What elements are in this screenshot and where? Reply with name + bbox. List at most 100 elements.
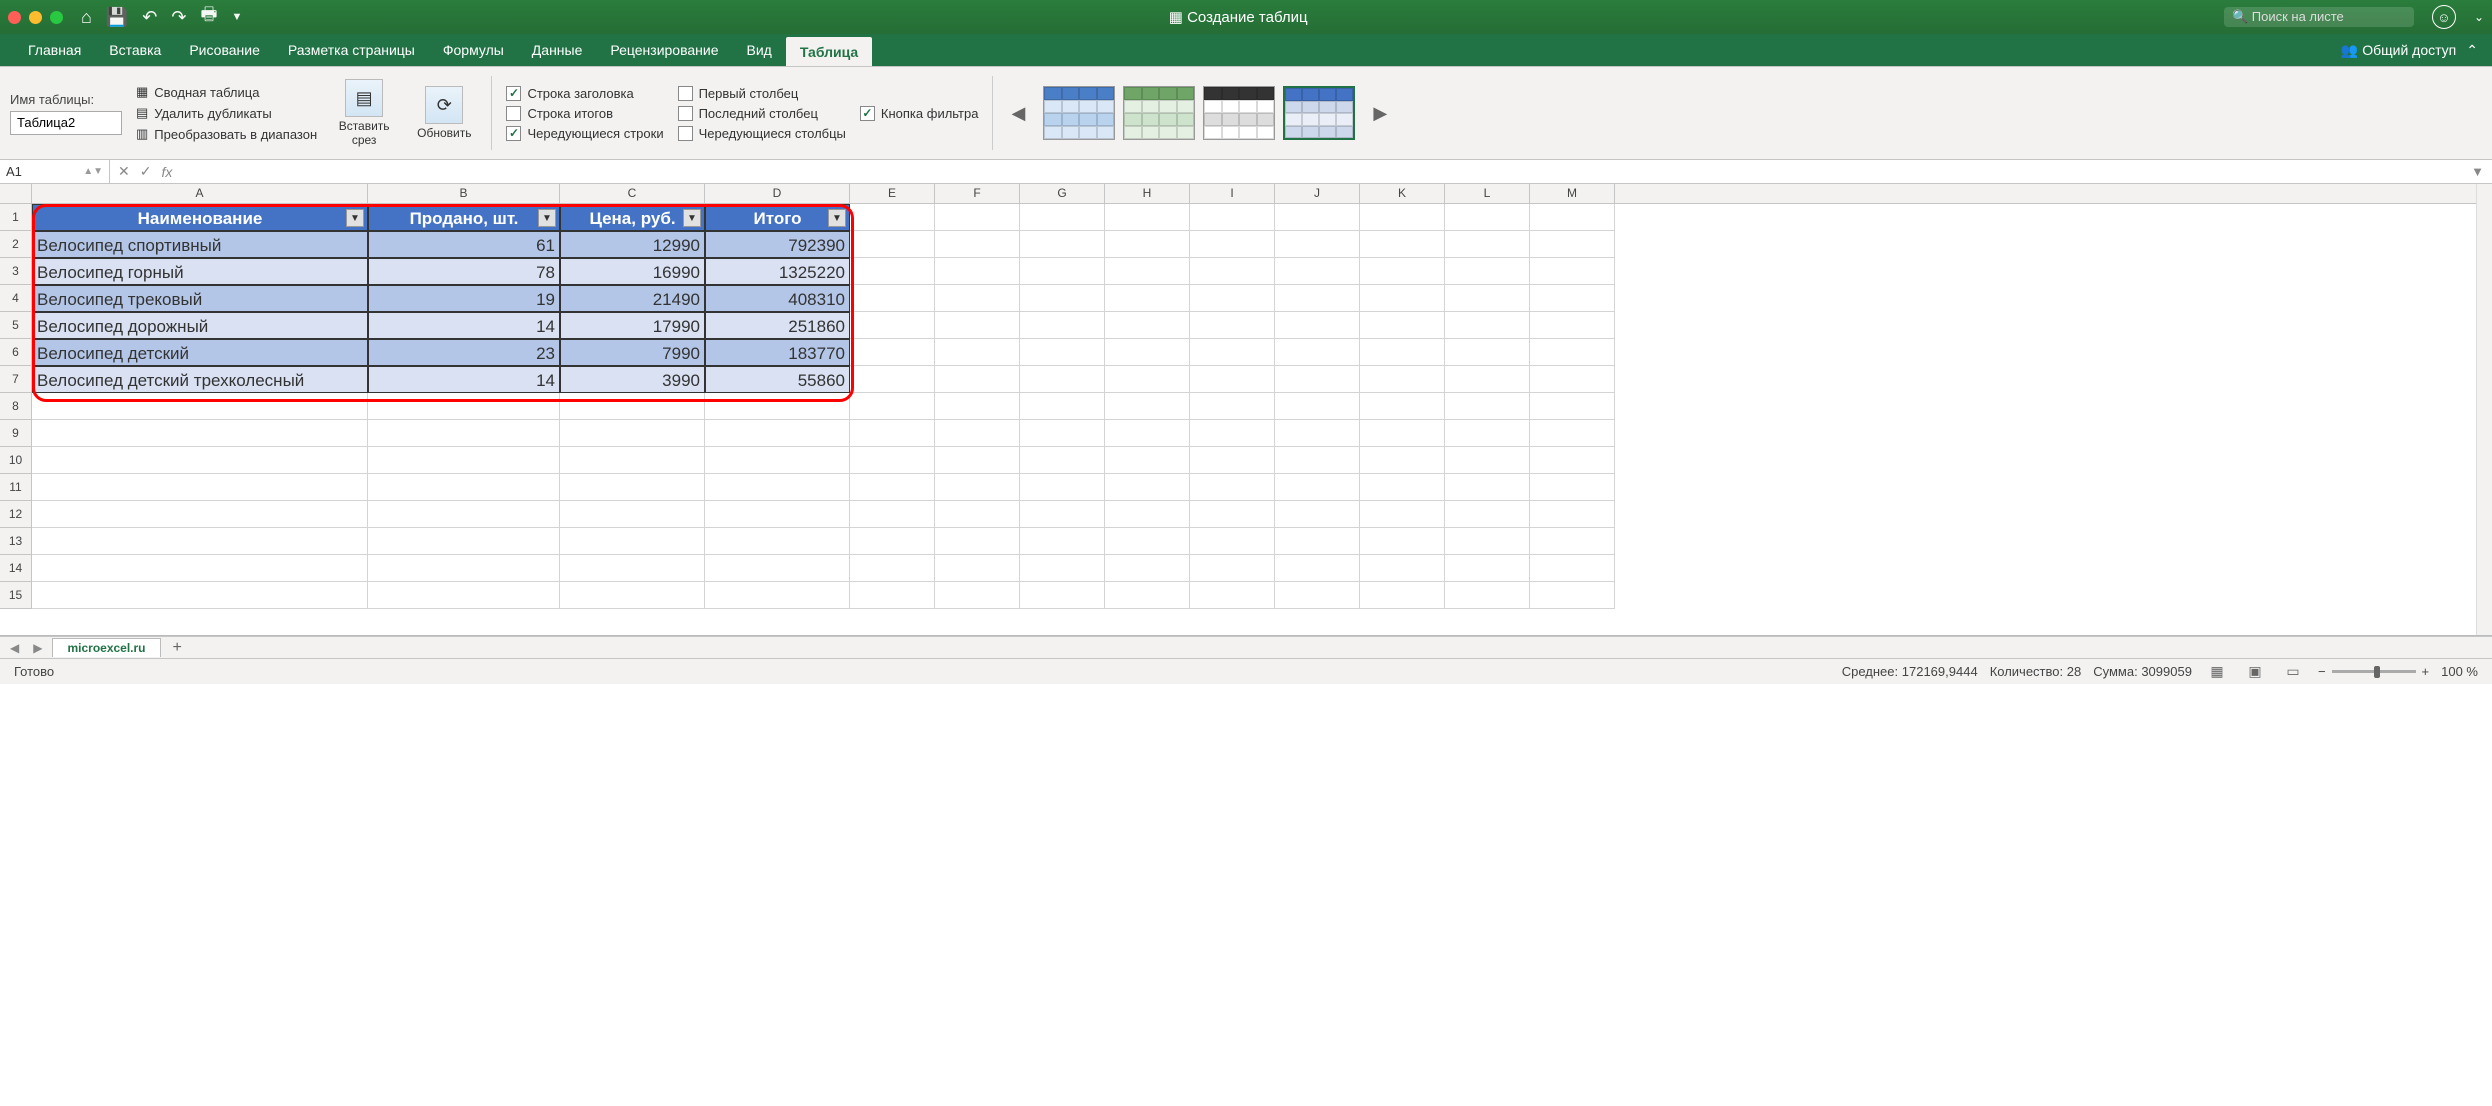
table-data-cell[interactable]: 19 bbox=[368, 285, 560, 312]
row-header[interactable]: 5 bbox=[0, 312, 32, 339]
tab-layout[interactable]: Разметка страницы bbox=[274, 34, 429, 66]
empty-cell[interactable] bbox=[850, 447, 935, 474]
empty-cell[interactable] bbox=[1020, 366, 1105, 393]
undo-icon[interactable]: ↶ bbox=[142, 7, 157, 28]
tab-table[interactable]: Таблица bbox=[786, 37, 872, 66]
empty-cell[interactable] bbox=[850, 582, 935, 609]
empty-cell[interactable] bbox=[850, 258, 935, 285]
empty-cell[interactable] bbox=[1360, 204, 1445, 231]
empty-cell[interactable] bbox=[1020, 393, 1105, 420]
empty-cell[interactable] bbox=[1190, 366, 1275, 393]
empty-cell[interactable] bbox=[705, 447, 850, 474]
empty-cell[interactable] bbox=[1360, 231, 1445, 258]
empty-cell[interactable] bbox=[1275, 312, 1360, 339]
empty-cell[interactable] bbox=[368, 501, 560, 528]
share-button[interactable]: 👥 Общий доступ bbox=[2341, 42, 2456, 59]
empty-cell[interactable] bbox=[1275, 204, 1360, 231]
empty-cell[interactable] bbox=[1360, 447, 1445, 474]
chevron-down-icon[interactable]: ⌄ bbox=[2474, 10, 2484, 24]
zoom-slider[interactable] bbox=[2332, 670, 2416, 673]
empty-cell[interactable] bbox=[32, 501, 368, 528]
tab-insert[interactable]: Вставка bbox=[95, 34, 175, 66]
table-style-medium-blue[interactable] bbox=[1283, 86, 1355, 140]
empty-cell[interactable] bbox=[1105, 204, 1190, 231]
row-header[interactable]: 9 bbox=[0, 420, 32, 447]
empty-cell[interactable] bbox=[1105, 501, 1190, 528]
banded-columns-checkbox[interactable]: Чередующиеся столбцы bbox=[678, 126, 846, 141]
expand-formula-bar-icon[interactable]: ▼ bbox=[2471, 164, 2492, 179]
fx-icon[interactable]: fx bbox=[161, 164, 172, 180]
empty-cell[interactable] bbox=[1275, 285, 1360, 312]
empty-cell[interactable] bbox=[1275, 420, 1360, 447]
empty-cell[interactable] bbox=[1190, 393, 1275, 420]
vertical-scrollbar[interactable] bbox=[2476, 184, 2492, 635]
empty-cell[interactable] bbox=[1105, 285, 1190, 312]
banded-rows-checkbox[interactable]: ✓Чередующиеся строки bbox=[506, 126, 663, 141]
empty-cell[interactable] bbox=[1530, 528, 1615, 555]
redo-icon[interactable]: ↷ bbox=[171, 7, 186, 28]
row-header[interactable]: 2 bbox=[0, 231, 32, 258]
empty-cell[interactable] bbox=[1190, 474, 1275, 501]
view-page-break-button[interactable]: ▭ bbox=[2280, 662, 2306, 682]
empty-cell[interactable] bbox=[32, 474, 368, 501]
table-data-cell[interactable]: Велосипед детский bbox=[32, 339, 368, 366]
empty-cell[interactable] bbox=[32, 393, 368, 420]
empty-cell[interactable] bbox=[1105, 528, 1190, 555]
pivot-table-button[interactable]: ▦Сводная таблица bbox=[136, 84, 317, 100]
empty-cell[interactable] bbox=[1360, 258, 1445, 285]
empty-cell[interactable] bbox=[1275, 582, 1360, 609]
empty-cell[interactable] bbox=[560, 474, 705, 501]
row-header[interactable]: 10 bbox=[0, 447, 32, 474]
empty-cell[interactable] bbox=[1275, 474, 1360, 501]
empty-cell[interactable] bbox=[1530, 231, 1615, 258]
empty-cell[interactable] bbox=[1445, 528, 1530, 555]
empty-cell[interactable] bbox=[850, 393, 935, 420]
user-account-button[interactable]: ☺ bbox=[2432, 5, 2456, 29]
table-style-blue[interactable] bbox=[1043, 86, 1115, 140]
row-header[interactable]: 3 bbox=[0, 258, 32, 285]
empty-cell[interactable] bbox=[1105, 366, 1190, 393]
empty-cell[interactable] bbox=[1445, 474, 1530, 501]
table-header-cell[interactable]: Наименование▼ bbox=[32, 204, 368, 231]
empty-cell[interactable] bbox=[850, 285, 935, 312]
table-data-cell[interactable]: 61 bbox=[368, 231, 560, 258]
empty-cell[interactable] bbox=[935, 582, 1020, 609]
empty-cell[interactable] bbox=[1105, 474, 1190, 501]
sheet-nav-prev[interactable]: ◀ bbox=[6, 641, 23, 655]
empty-cell[interactable] bbox=[1360, 555, 1445, 582]
tab-home[interactable]: Главная bbox=[14, 34, 95, 66]
col-header-k[interactable]: K bbox=[1360, 184, 1445, 203]
empty-cell[interactable] bbox=[935, 447, 1020, 474]
empty-cell[interactable] bbox=[1530, 366, 1615, 393]
empty-cell[interactable] bbox=[1275, 366, 1360, 393]
empty-cell[interactable] bbox=[850, 501, 935, 528]
col-header-c[interactable]: C bbox=[560, 184, 705, 203]
empty-cell[interactable] bbox=[1275, 447, 1360, 474]
empty-cell[interactable] bbox=[1020, 285, 1105, 312]
empty-cell[interactable] bbox=[1360, 366, 1445, 393]
empty-cell[interactable] bbox=[32, 555, 368, 582]
styles-next-button[interactable]: ▶ bbox=[1369, 103, 1391, 124]
empty-cell[interactable] bbox=[1445, 366, 1530, 393]
empty-cell[interactable] bbox=[1360, 582, 1445, 609]
empty-cell[interactable] bbox=[1190, 231, 1275, 258]
select-all-corner[interactable] bbox=[0, 184, 32, 203]
empty-cell[interactable] bbox=[705, 393, 850, 420]
row-header[interactable]: 7 bbox=[0, 366, 32, 393]
empty-cell[interactable] bbox=[1530, 582, 1615, 609]
empty-cell[interactable] bbox=[1105, 339, 1190, 366]
empty-cell[interactable] bbox=[935, 366, 1020, 393]
table-data-cell[interactable]: 408310 bbox=[705, 285, 850, 312]
header-row-checkbox[interactable]: ✓Строка заголовка bbox=[506, 86, 663, 101]
print-icon[interactable]: 🖶 bbox=[200, 2, 217, 32]
tab-review[interactable]: Рецензирование bbox=[596, 34, 732, 66]
empty-cell[interactable] bbox=[1020, 555, 1105, 582]
table-data-cell[interactable]: 23 bbox=[368, 339, 560, 366]
empty-cell[interactable] bbox=[935, 393, 1020, 420]
table-data-cell[interactable]: Велосипед детский трехколесный bbox=[32, 366, 368, 393]
empty-cell[interactable] bbox=[1190, 501, 1275, 528]
col-header-b[interactable]: B bbox=[368, 184, 560, 203]
empty-cell[interactable] bbox=[1530, 420, 1615, 447]
empty-cell[interactable] bbox=[1445, 555, 1530, 582]
empty-cell[interactable] bbox=[560, 420, 705, 447]
